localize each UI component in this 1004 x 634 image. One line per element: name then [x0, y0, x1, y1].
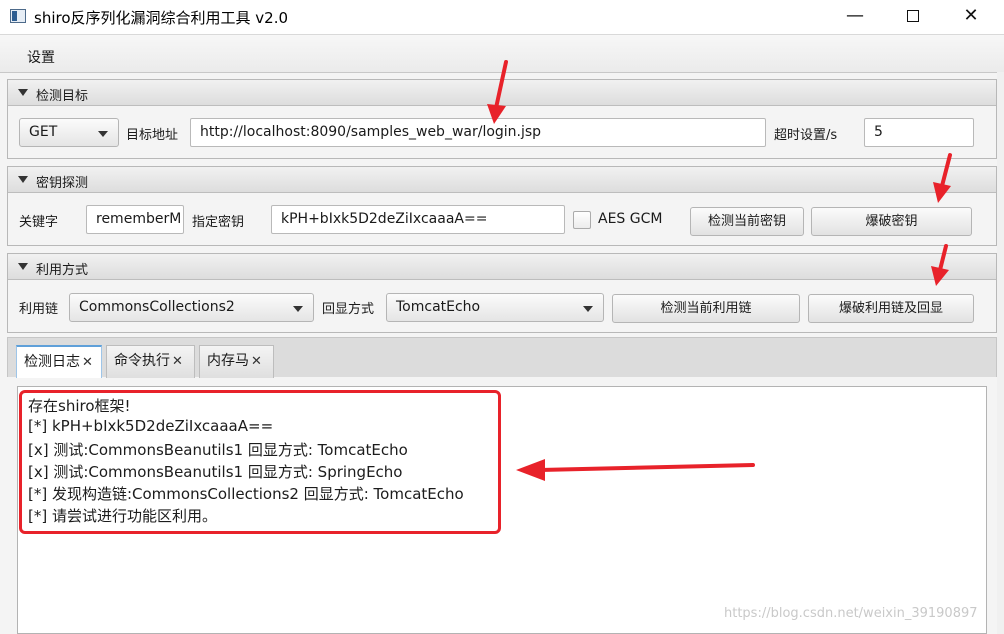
tab-command-exec[interactable]: 命令执行 ✕ — [106, 345, 195, 378]
keyword-input[interactable]: rememberM — [86, 205, 184, 234]
http-method-value: GET — [29, 124, 58, 140]
chain-value: CommonsCollections2 — [79, 299, 235, 315]
key-section-title: 密钥探测 — [36, 176, 89, 191]
exploit-section-header[interactable]: 利用方式 — [8, 254, 996, 280]
exploit-section-title: 利用方式 — [36, 263, 89, 278]
close-icon[interactable]: ✕ — [942, 0, 1000, 34]
key-label: 指定密钥 — [192, 215, 245, 230]
tab-label: 命令执行 — [114, 353, 170, 369]
tab-detect-log[interactable]: 检测日志 ✕ — [16, 345, 102, 378]
tab-close-icon[interactable]: ✕ — [82, 355, 93, 370]
watermark: https://blog.csdn.net/weixin_39190897 — [724, 606, 978, 621]
title-bar: shiro反序列化漏洞综合利用工具 v2.0 — ✕ — [0, 0, 1004, 34]
maximize-icon[interactable] — [884, 0, 942, 34]
echo-select[interactable]: TomcatEcho — [386, 293, 604, 322]
dropdown-arrow-icon — [583, 306, 593, 312]
check-key-button[interactable]: 检测当前密钥 — [690, 207, 804, 236]
echo-value: TomcatEcho — [396, 299, 481, 315]
window-edge — [997, 72, 1004, 634]
brute-key-button[interactable]: 爆破密钥 — [811, 207, 972, 236]
target-section-header[interactable]: 检测目标 — [8, 80, 996, 106]
tab-close-icon[interactable]: ✕ — [251, 354, 262, 369]
collapse-arrow-icon — [18, 176, 28, 183]
window-title: shiro反序列化漏洞综合利用工具 v2.0 — [34, 9, 289, 27]
http-method-select[interactable]: GET — [19, 118, 119, 147]
key-input[interactable]: kPH+bIxk5D2deZiIxcaaaA== — [271, 205, 565, 234]
target-section-title: 检测目标 — [36, 89, 89, 104]
chain-label: 利用链 — [19, 302, 59, 317]
aes-gcm-checkbox[interactable] — [573, 211, 591, 229]
timeout-label: 超时设置/s — [774, 128, 838, 143]
keyword-label: 关键字 — [19, 215, 59, 230]
key-section-header[interactable]: 密钥探测 — [8, 167, 996, 193]
minimize-icon[interactable]: — — [826, 0, 884, 34]
dropdown-arrow-icon — [293, 306, 303, 312]
annotation-highlight-box — [19, 390, 501, 534]
tab-close-icon[interactable]: ✕ — [172, 354, 183, 369]
menu-settings[interactable]: 设置 — [27, 47, 55, 67]
tab-label: 内存马 — [207, 353, 249, 369]
exploit-section: 利用方式 利用链 CommonsCollections2 回显方式 Tomcat… — [7, 253, 997, 333]
app-icon — [10, 9, 26, 23]
tab-label: 检测日志 — [24, 354, 80, 370]
check-chain-button[interactable]: 检测当前利用链 — [612, 294, 800, 323]
tab-memshell[interactable]: 内存马 ✕ — [199, 345, 274, 378]
tab-bar: 检测日志 ✕ 命令执行 ✕ 内存马 ✕ — [7, 337, 997, 378]
target-url-input[interactable]: http://localhost:8090/samples_web_war/lo… — [190, 118, 766, 147]
echo-label: 回显方式 — [322, 302, 375, 317]
timeout-input[interactable]: 5 — [864, 118, 974, 147]
dropdown-arrow-icon — [98, 131, 108, 137]
brute-chain-button[interactable]: 爆破利用链及回显 — [808, 294, 974, 323]
menu-bar: 设置 — [0, 35, 1004, 73]
collapse-arrow-icon — [18, 263, 28, 270]
aes-gcm-label: AES GCM — [598, 211, 663, 227]
key-section: 密钥探测 关键字 rememberM 指定密钥 kPH+bIxk5D2deZiI… — [7, 166, 997, 246]
url-label: 目标地址 — [126, 128, 179, 143]
chain-select[interactable]: CommonsCollections2 — [69, 293, 314, 322]
target-section: 检测目标 GET 目标地址 http://localhost:8090/samp… — [7, 79, 997, 159]
collapse-arrow-icon — [18, 89, 28, 96]
